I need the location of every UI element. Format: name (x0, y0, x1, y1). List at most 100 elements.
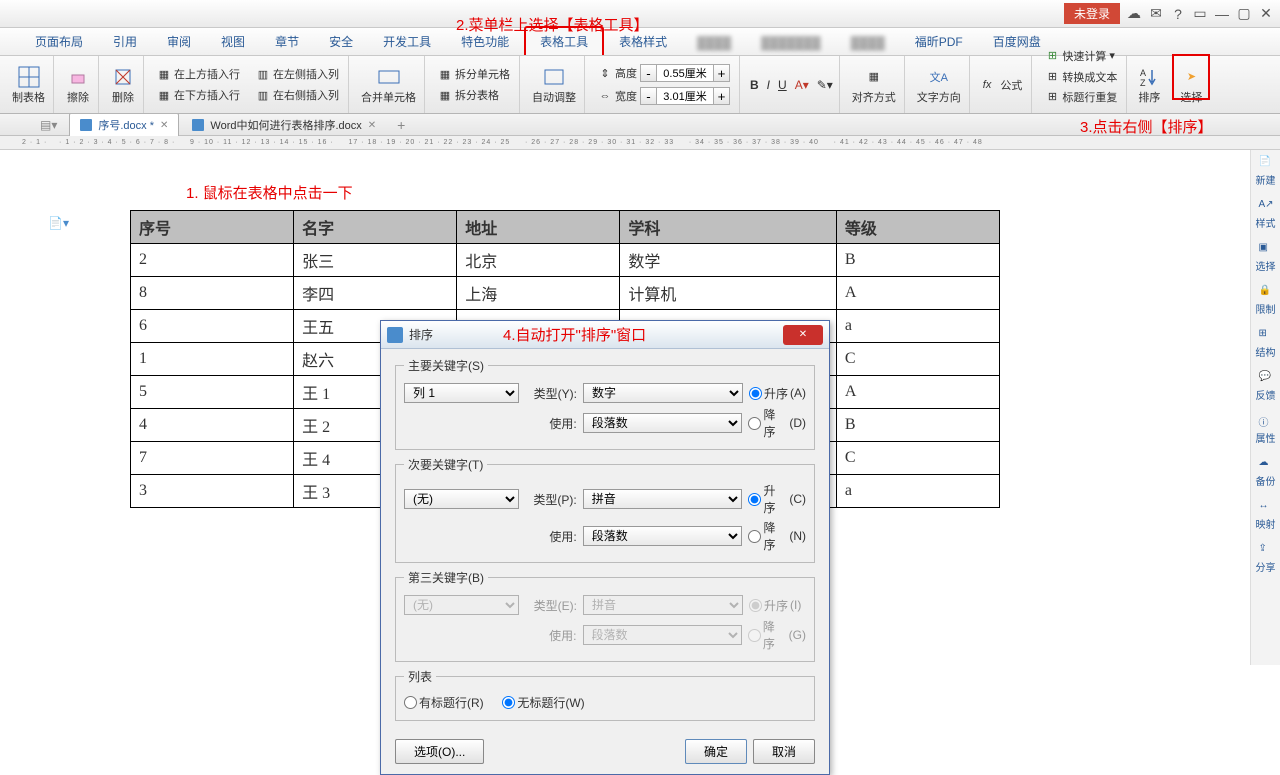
bold-button[interactable]: B (750, 78, 759, 92)
th-2[interactable]: 地址 (457, 211, 620, 244)
height-spinner[interactable]: -+ (640, 64, 730, 82)
side-map[interactable]: ↔映射 (1256, 500, 1276, 531)
dialog-close[interactable]: ✕ (783, 325, 823, 345)
primary-desc[interactable] (748, 417, 761, 430)
make-table[interactable]: 制表格 (10, 63, 47, 107)
tab-table-style[interactable]: 表格样式 (604, 27, 682, 55)
alignment[interactable]: ▦对齐方式 (850, 63, 898, 107)
title-repeat[interactable]: ⊞标题行重复 (1042, 88, 1120, 106)
tab-blurred-2[interactable]: ███████ (746, 30, 836, 55)
side-share[interactable]: ⇪分享 (1256, 543, 1276, 574)
side-limit[interactable]: 🔒限制 (1256, 285, 1276, 316)
table-cell[interactable]: 6 (131, 310, 294, 343)
table-cell[interactable]: B (836, 244, 999, 277)
tab-blurred-3[interactable]: ████ (836, 30, 900, 55)
table-cell[interactable]: 4 (131, 409, 294, 442)
tab-special[interactable]: 特色功能 (446, 27, 524, 55)
table-cell[interactable]: A (836, 376, 999, 409)
table-cell[interactable]: C (836, 343, 999, 376)
sort-button[interactable]: AZ 排序 (1131, 63, 1167, 107)
th-1[interactable]: 名字 (294, 211, 457, 244)
merge-cells[interactable]: 合并单元格 (359, 63, 418, 107)
table-cell[interactable]: 5 (131, 376, 294, 409)
insert-col-left[interactable]: ▥在左侧插入列 (253, 65, 342, 83)
options-button[interactable]: 选项(O)... (395, 739, 484, 764)
table-row[interactable]: 8李四上海计算机A (131, 277, 1000, 310)
has-title-radio[interactable] (404, 696, 417, 709)
height-input[interactable] (657, 65, 713, 81)
tab-security[interactable]: 安全 (314, 27, 368, 55)
split-table[interactable]: ▦拆分表格 (435, 86, 513, 104)
table-cell[interactable]: a (836, 475, 999, 508)
tab-review[interactable]: 审阅 (152, 27, 206, 55)
table-cell[interactable]: A (836, 277, 999, 310)
table-cell[interactable]: 3 (131, 475, 294, 508)
underline-button[interactable]: U (778, 78, 787, 92)
login-badge[interactable]: 未登录 (1064, 3, 1120, 24)
table-cell[interactable]: 北京 (457, 244, 620, 277)
table-cell[interactable]: 李四 (294, 277, 457, 310)
help-icon[interactable]: ? (1170, 6, 1186, 22)
table-cell[interactable]: B (836, 409, 999, 442)
split-cell[interactable]: ▦拆分单元格 (435, 65, 513, 83)
table-cell[interactable]: 7 (131, 442, 294, 475)
table-cell[interactable]: 上海 (457, 277, 620, 310)
table-cell[interactable]: 计算机 (620, 277, 836, 310)
minimize-icon[interactable]: ― (1214, 6, 1230, 22)
side-structure[interactable]: ⊞结构 (1256, 328, 1276, 359)
cancel-button[interactable]: 取消 (753, 739, 815, 764)
tab-chapters[interactable]: 章节 (260, 27, 314, 55)
secondary-asc[interactable] (748, 493, 761, 506)
text-direction[interactable]: 文A文字方向 (915, 63, 963, 107)
erase[interactable]: 擦除 (64, 63, 92, 107)
tab-foxit-pdf[interactable]: 福昕PDF (900, 27, 978, 55)
italic-button[interactable]: I (767, 78, 770, 92)
primary-type-select[interactable]: 数字 (583, 383, 743, 403)
notify-icon[interactable]: ✉ (1148, 6, 1164, 22)
tab-dev-tools[interactable]: 开发工具 (368, 27, 446, 55)
secondary-type-select[interactable]: 拼音 (583, 489, 743, 509)
tab-blurred-1[interactable]: ████ (682, 30, 746, 55)
side-feedback[interactable]: 💬反馈 (1256, 371, 1276, 402)
table-cell[interactable]: 8 (131, 277, 294, 310)
width-spinner[interactable]: -+ (640, 87, 730, 105)
primary-asc[interactable] (749, 387, 762, 400)
ribbon-collapse-icon[interactable]: ▭ (1192, 6, 1208, 22)
maximize-icon[interactable]: ▢ (1236, 6, 1252, 22)
primary-use-select[interactable]: 段落数 (583, 413, 743, 433)
add-doc-tab[interactable]: + (389, 117, 413, 133)
tab-references[interactable]: 引用 (98, 27, 152, 55)
insert-row-above[interactable]: ▦在上方插入行 (154, 65, 243, 83)
th-3[interactable]: 学科 (620, 211, 836, 244)
delete-dropdown[interactable]: 删除 (109, 63, 137, 107)
doc-tab-1[interactable]: 序号.docx * ✕ (69, 113, 179, 136)
formula[interactable]: fx 公式 (980, 76, 1026, 94)
select-dropdown[interactable]: ➤选择 (1177, 63, 1205, 107)
insert-row-below[interactable]: ▦在下方插入行 (154, 86, 243, 104)
tab-view[interactable]: 视图 (206, 27, 260, 55)
doc-tab-2[interactable]: Word中如何进行表格排序.docx ✕ (181, 113, 387, 136)
tab-page-layout[interactable]: 页面布局 (20, 27, 98, 55)
tab-nav-icon[interactable]: ▤▾ (40, 118, 67, 132)
font-color-button[interactable]: A▾ (795, 78, 809, 92)
convert-text[interactable]: ⊞转换成文本 (1042, 68, 1120, 86)
auto-adjust[interactable]: 自动调整 (530, 63, 578, 107)
width-input[interactable] (657, 88, 713, 104)
doc-tab-1-close[interactable]: ✕ (160, 120, 168, 131)
side-new[interactable]: 📄新建 (1256, 156, 1276, 187)
primary-col-select[interactable]: 列 1 (404, 383, 519, 403)
table-cell[interactable]: 数学 (620, 244, 836, 277)
th-0[interactable]: 序号 (131, 211, 294, 244)
table-cell[interactable]: a (836, 310, 999, 343)
close-icon[interactable]: ✕ (1258, 6, 1274, 22)
no-title-radio[interactable] (502, 696, 515, 709)
side-style[interactable]: A↗样式 (1256, 199, 1276, 230)
highlight-button[interactable]: ✎▾ (817, 78, 833, 92)
table-row[interactable]: 2张三北京数学B (131, 244, 1000, 277)
cloud-icon[interactable]: ☁ (1126, 6, 1142, 22)
th-4[interactable]: 等级 (836, 211, 999, 244)
table-cell[interactable]: 张三 (294, 244, 457, 277)
side-backup[interactable]: ☁备份 (1256, 457, 1276, 488)
side-property[interactable]: ⓘ属性 (1256, 414, 1276, 445)
table-cell[interactable]: 1 (131, 343, 294, 376)
